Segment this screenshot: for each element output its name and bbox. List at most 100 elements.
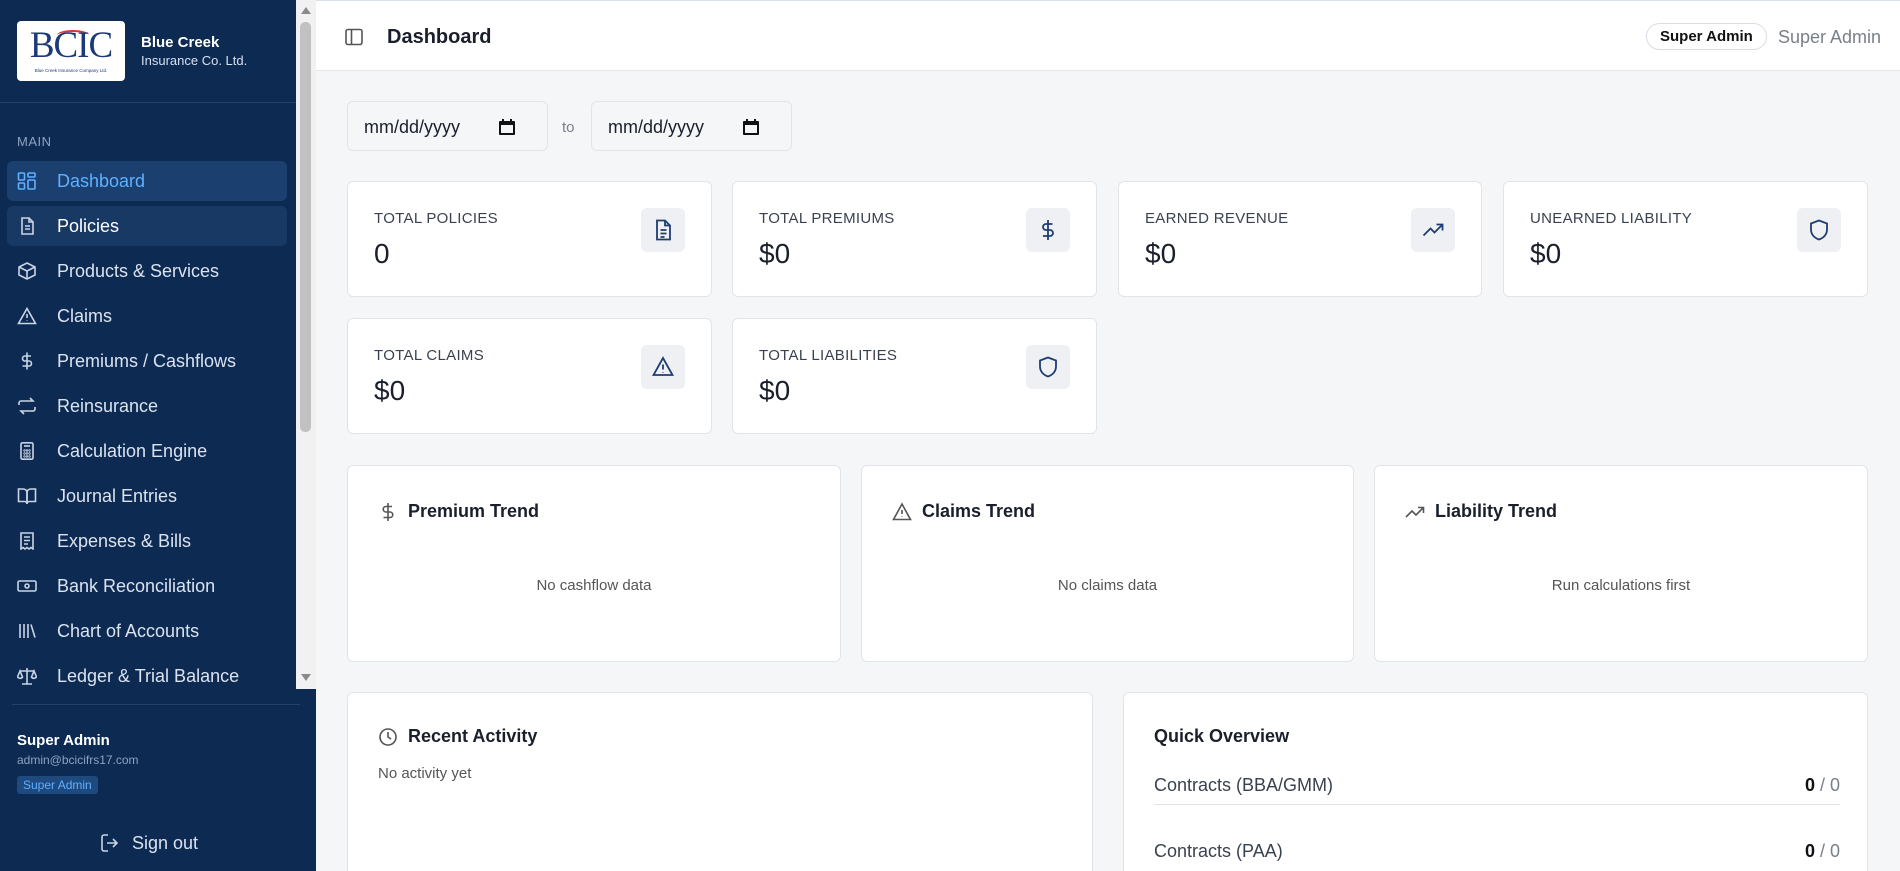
sign-out-button[interactable]: Sign out bbox=[100, 832, 198, 854]
sidebar-item-label: Journal Entries bbox=[57, 486, 178, 506]
trend-empty-message: Run calculations first bbox=[1551, 577, 1691, 594]
quick-overview-title: Quick Overview bbox=[1154, 726, 1290, 746]
overview-row-value: 0 / 0 bbox=[1805, 775, 1840, 796]
sidebar-item-label: Policies bbox=[57, 216, 120, 236]
overview-row-total: / 0 bbox=[1814, 841, 1840, 861]
book-icon bbox=[17, 487, 37, 505]
shield-icon bbox=[1026, 345, 1070, 389]
date-from-placeholder: mm/dd/yyyy bbox=[364, 117, 461, 137]
sidebar-item-dashboard[interactable]: Dashboard bbox=[7, 161, 287, 201]
sidebar-item-ledger[interactable]: Ledger & Trial Balance bbox=[7, 656, 287, 696]
stat-value: $0 bbox=[759, 238, 791, 269]
panel-toggle-icon[interactable] bbox=[344, 27, 364, 47]
stat-card-unearned-liability: UNEARNED LIABILITY $0 bbox=[1503, 181, 1868, 297]
overview-row-count: 0 bbox=[1804, 841, 1815, 861]
calendar-icon[interactable] bbox=[498, 118, 516, 136]
sign-out-label: Sign out bbox=[132, 832, 199, 853]
stat-label: UNEARNED LIABILITY bbox=[1530, 210, 1693, 227]
sidebar-scrollbar[interactable] bbox=[296, 0, 316, 689]
sidebar-item-premiums[interactable]: Premiums / Cashflows bbox=[7, 341, 287, 381]
stat-label: TOTAL LIABILITIES bbox=[759, 347, 898, 364]
sidebar-item-claims[interactable]: Claims bbox=[7, 296, 287, 336]
sidebar-item-label: Expenses & Bills bbox=[57, 531, 192, 551]
trending-up-icon bbox=[1405, 502, 1425, 522]
log-out-icon bbox=[100, 833, 120, 853]
calculator-icon bbox=[17, 442, 37, 460]
page-title: Dashboard bbox=[387, 26, 492, 48]
scroll-thumb[interactable] bbox=[300, 22, 311, 432]
trend-title: Premium Trend bbox=[408, 501, 540, 521]
stat-card-total-claims: TOTAL CLAIMS $0 bbox=[347, 318, 712, 434]
sidebar-user-name: Super Admin bbox=[17, 732, 110, 749]
sidebar-item-chart-of-accounts[interactable]: Chart of Accounts bbox=[7, 611, 287, 651]
date-range-separator: to bbox=[562, 119, 575, 136]
sidebar-item-reinsurance[interactable]: Reinsurance bbox=[7, 386, 287, 426]
sidebar-item-label: Reinsurance bbox=[57, 396, 159, 416]
stat-value: $0 bbox=[1145, 238, 1177, 269]
company-logo[interactable]: BCIC Blue Creek Insurance Company Ltd. bbox=[17, 21, 125, 81]
sidebar-item-label: Calculation Engine bbox=[57, 441, 208, 461]
sidebar-item-policies[interactable]: Policies bbox=[7, 206, 287, 246]
recent-activity-card: Recent Activity No activity yet bbox=[347, 692, 1093, 871]
overview-row: Contracts (BBA/GMM) 0 / 0 bbox=[1154, 765, 1840, 805]
sidebar-item-products[interactable]: Products & Services bbox=[7, 251, 287, 291]
trend-empty-message: No cashflow data bbox=[536, 577, 652, 594]
sidebar-item-bank-reconciliation[interactable]: Bank Reconciliation bbox=[7, 566, 287, 606]
sidebar: BCIC Blue Creek Insurance Company Ltd. B… bbox=[0, 0, 316, 871]
document-icon bbox=[641, 208, 685, 252]
trend-title: Liability Trend bbox=[1435, 501, 1558, 521]
sidebar-item-label: Chart of Accounts bbox=[57, 621, 200, 641]
claims-trend-card: Claims Trend No claims data bbox=[861, 465, 1354, 662]
recent-activity-empty: No activity yet bbox=[378, 765, 472, 782]
scroll-down-arrow[interactable] bbox=[301, 674, 311, 681]
sidebar-item-label: Bank Reconciliation bbox=[57, 576, 216, 596]
date-to-placeholder: mm/dd/yyyy bbox=[608, 117, 705, 137]
stat-label: TOTAL POLICIES bbox=[374, 210, 498, 227]
top-header: Dashboard Super Admin Super Admin bbox=[316, 0, 1900, 71]
stat-value: $0 bbox=[374, 375, 406, 406]
trend-title: Claims Trend bbox=[922, 501, 1036, 521]
stat-card-total-policies: TOTAL POLICIES 0 bbox=[347, 181, 712, 297]
brand-subtitle: Insurance Co. Ltd. bbox=[141, 53, 248, 68]
sidebar-user-email: admin@bcicifrs17.com bbox=[17, 753, 139, 767]
header-user-menu[interactable]: Super Admin bbox=[1778, 27, 1881, 48]
box-icon bbox=[17, 262, 37, 280]
sidebar-item-expenses[interactable]: Expenses & Bills bbox=[7, 521, 287, 561]
date-to-input[interactable]: mm/dd/yyyy bbox=[591, 101, 792, 151]
warning-icon bbox=[641, 345, 685, 389]
overview-row: Contracts (PAA) 0 / 0 bbox=[1154, 831, 1840, 871]
role-badge: Super Admin bbox=[1646, 23, 1767, 50]
scale-icon bbox=[17, 667, 37, 685]
stat-value: $0 bbox=[1530, 238, 1562, 269]
dollar-icon bbox=[1026, 208, 1070, 252]
premium-trend-card: Premium Trend No cashflow data bbox=[347, 465, 841, 662]
clock-icon bbox=[378, 727, 398, 747]
sidebar-item-label: Ledger & Trial Balance bbox=[57, 666, 240, 686]
scroll-up-arrow[interactable] bbox=[301, 7, 311, 14]
logo-mark: BCIC bbox=[29, 25, 113, 66]
date-from-input[interactable]: mm/dd/yyyy bbox=[347, 101, 548, 151]
sidebar-divider bbox=[12, 704, 300, 705]
shield-icon bbox=[1797, 208, 1841, 252]
warning-icon bbox=[892, 502, 912, 522]
repeat-icon bbox=[17, 397, 37, 415]
stat-card-total-premiums: TOTAL PREMIUMS $0 bbox=[732, 181, 1097, 297]
warning-icon bbox=[17, 307, 37, 325]
liability-trend-card: Liability Trend Run calculations first bbox=[1374, 465, 1868, 662]
stat-label: EARNED REVENUE bbox=[1145, 210, 1289, 227]
sidebar-item-label: Claims bbox=[57, 306, 113, 326]
sidebar-item-journal-entries[interactable]: Journal Entries bbox=[7, 476, 287, 516]
overview-row-count: 0 bbox=[1804, 775, 1815, 795]
overview-row-label: Contracts (BBA/GMM) bbox=[1154, 775, 1334, 795]
dollar-icon bbox=[17, 352, 37, 370]
quick-overview-card: Quick Overview Contracts (BBA/GMM) 0 / 0… bbox=[1123, 692, 1868, 871]
dollar-icon bbox=[378, 502, 398, 522]
receipt-icon bbox=[17, 532, 37, 550]
stat-label: TOTAL CLAIMS bbox=[374, 347, 485, 364]
calendar-icon[interactable] bbox=[742, 118, 760, 136]
stat-value: $0 bbox=[759, 375, 791, 406]
stat-value: 0 bbox=[374, 238, 390, 269]
stat-label: TOTAL PREMIUMS bbox=[759, 210, 895, 227]
sidebar-item-calculation-engine[interactable]: Calculation Engine bbox=[7, 431, 287, 471]
trending-up-icon bbox=[1411, 208, 1455, 252]
